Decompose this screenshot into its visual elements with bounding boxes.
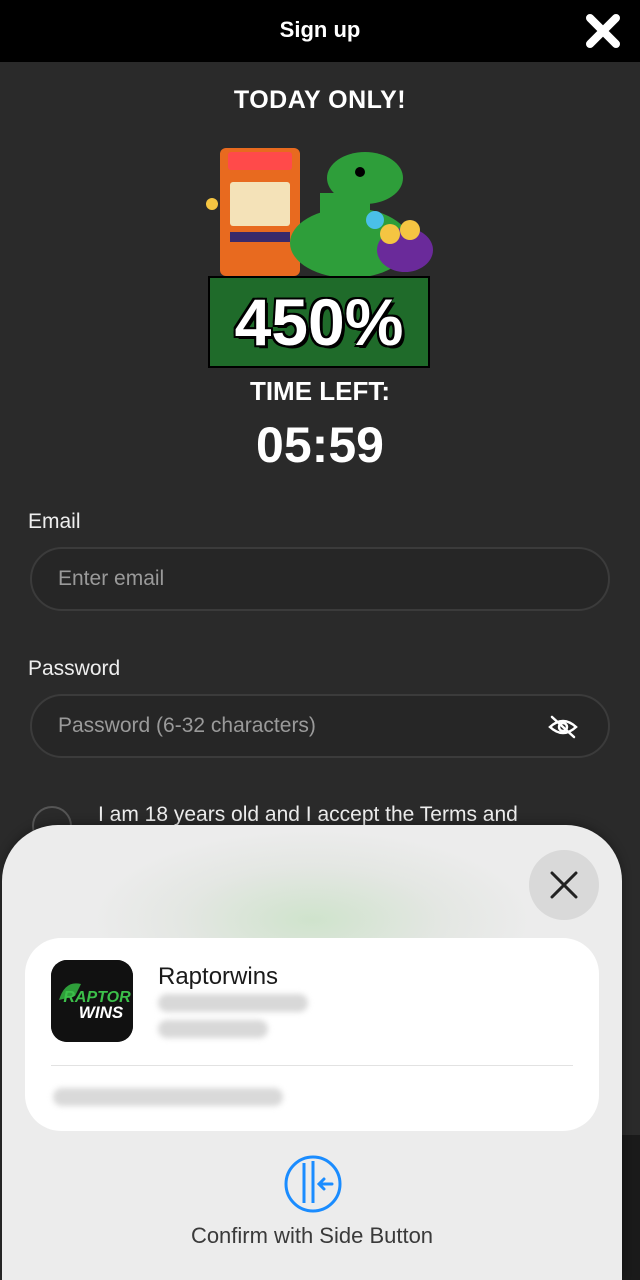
- background-strip: [622, 1135, 640, 1280]
- divider: [51, 1065, 573, 1066]
- blurred-account: [53, 1088, 283, 1106]
- password-field[interactable]: Password (6-32 characters): [30, 694, 610, 758]
- email-placeholder: Enter email: [58, 567, 165, 590]
- password-placeholder: Password (6-32 characters): [58, 714, 316, 737]
- promo-illustration: [206, 148, 433, 278]
- close-icon: [550, 871, 578, 899]
- merchant-card: RAPTOR WINS Raptorwins: [25, 938, 599, 1131]
- raptor-logo-icon: RAPTOR WINS: [51, 960, 133, 1042]
- email-field[interactable]: Enter email: [30, 547, 610, 611]
- logo-text-bottom: WINS: [79, 1003, 124, 1022]
- app-logo: RAPTOR WINS: [51, 960, 133, 1042]
- top-bar: Sign up: [0, 0, 640, 62]
- apple-pay-sheet: RAPTOR WINS Raptorwins Confirm with Side…: [2, 825, 622, 1280]
- time-left-label: TIME LEFT:: [249, 376, 391, 406]
- bonus-badge: 450%: [208, 276, 430, 368]
- merchant-name: Raptorwins: [158, 963, 279, 990]
- countdown-timer: 05:59: [256, 417, 384, 473]
- blurred-detail: [158, 1020, 268, 1038]
- close-icon[interactable]: [584, 12, 622, 50]
- bonus-value: 450%: [234, 285, 404, 359]
- confirm-instruction: Confirm with Side Button: [190, 1223, 434, 1248]
- page-title: Sign up: [279, 17, 361, 42]
- terms-text: I am 18 years old and I accept the Terms…: [98, 803, 518, 826]
- sheet-close-button[interactable]: [529, 850, 599, 920]
- side-button-icon: [284, 1155, 342, 1213]
- blurred-detail: [158, 994, 308, 1012]
- eye-slash-icon[interactable]: [548, 715, 578, 739]
- password-label: Password: [28, 657, 121, 680]
- email-label: Email: [28, 510, 81, 533]
- promo-headline: TODAY ONLY!: [233, 86, 407, 114]
